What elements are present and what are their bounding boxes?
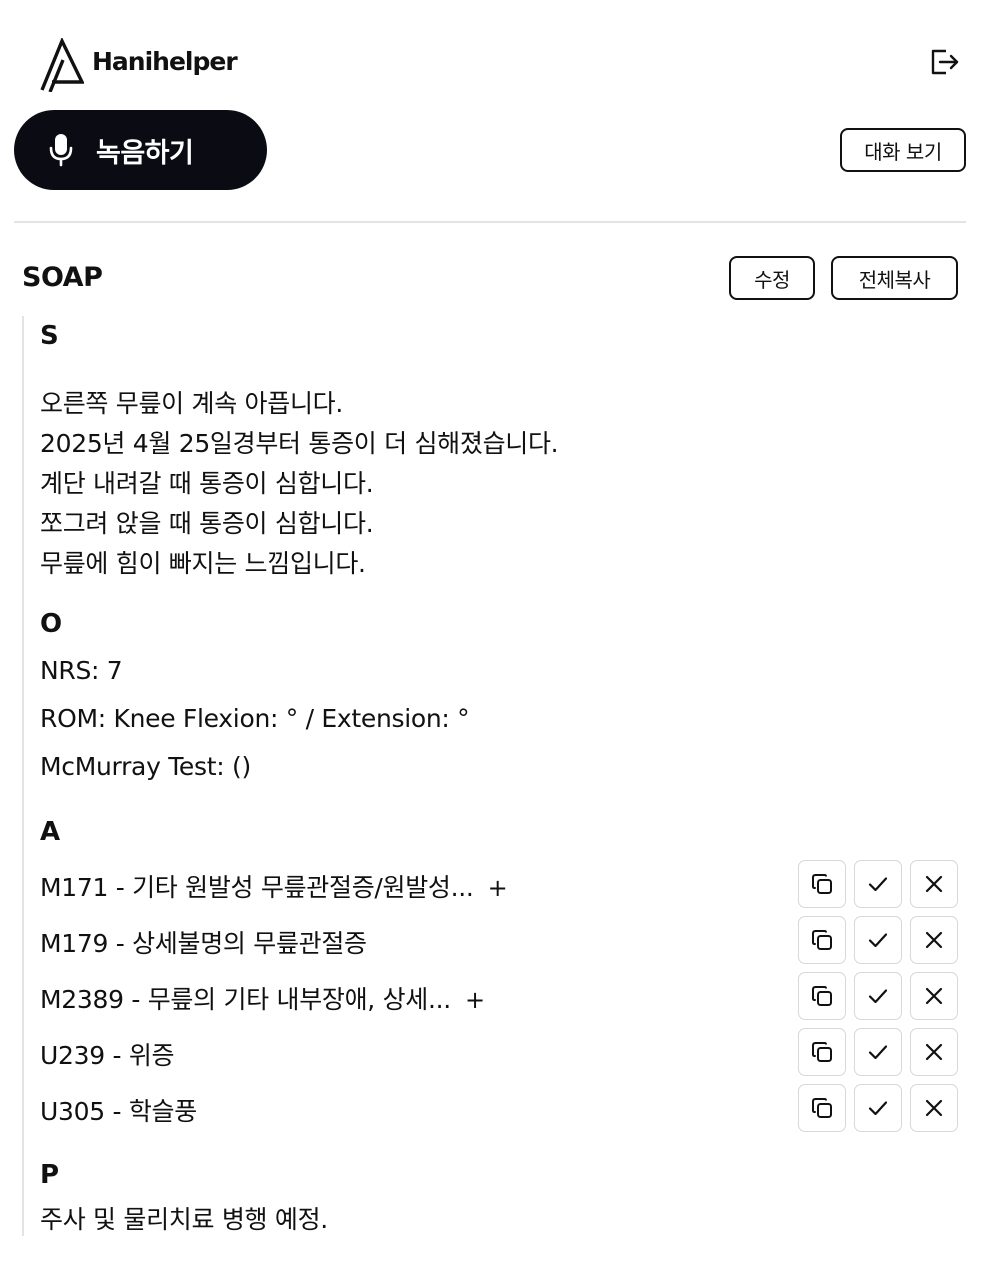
copy-diagnosis-button[interactable] — [798, 972, 846, 1020]
diagnosis-row: M2389 - 무릎의 기타 내부장애, 상세... + — [40, 972, 958, 1020]
soap-section-rail — [22, 316, 24, 1236]
check-icon — [868, 989, 888, 1004]
copy-diagnosis-button[interactable] — [798, 1028, 846, 1076]
copy-diagnosis-button[interactable] — [798, 916, 846, 964]
app-header: Hanihelper — [40, 38, 960, 92]
remove-diagnosis-button[interactable] — [910, 860, 958, 908]
copy-icon — [812, 1042, 832, 1062]
copy-diagnosis-button[interactable] — [798, 1084, 846, 1132]
diagnosis-label: U305 - 학슬풍 — [40, 1097, 197, 1126]
diagnosis-row: M171 - 기타 원발성 무릎관절증/원발성... + — [40, 860, 958, 908]
confirm-diagnosis-button[interactable] — [854, 916, 902, 964]
objective-line: McMurray Test: () — [40, 752, 251, 781]
divider — [14, 221, 966, 223]
brand-name: Hanihelper — [92, 47, 238, 76]
record-button-label: 녹음하기 — [96, 137, 194, 169]
assessment-heading: A — [40, 817, 61, 847]
subjective-line: 2025년 4월 25일경부터 통증이 더 심해졌습니다. — [40, 429, 559, 458]
objective-line: NRS: 7 — [40, 656, 123, 685]
copy-icon — [812, 874, 832, 894]
remove-diagnosis-button[interactable] — [910, 916, 958, 964]
objective-heading: O — [40, 609, 63, 639]
check-icon — [868, 877, 888, 892]
remove-diagnosis-button[interactable] — [910, 1028, 958, 1076]
confirm-diagnosis-button[interactable] — [854, 972, 902, 1020]
copy-diagnosis-button[interactable] — [798, 860, 846, 908]
subjective-line: 무릎에 힘이 빠지는 느낌입니다. — [40, 549, 366, 578]
copy-icon — [812, 1098, 832, 1118]
edit-button[interactable]: 수정 — [729, 256, 815, 300]
expand-diagnosis-button[interactable]: + — [465, 986, 485, 1014]
confirm-diagnosis-button[interactable] — [854, 1028, 902, 1076]
diagnosis-row: M179 - 상세불명의 무릎관절증 — [40, 916, 958, 964]
close-icon — [925, 1043, 943, 1061]
remove-diagnosis-button[interactable] — [910, 972, 958, 1020]
diagnosis-row: U305 - 학슬풍 — [40, 1084, 958, 1132]
confirm-diagnosis-button[interactable] — [854, 1084, 902, 1132]
objective-line: ROM: Knee Flexion: ° / Extension: ° — [40, 704, 470, 733]
close-icon — [925, 931, 943, 949]
expand-diagnosis-button[interactable]: + — [488, 874, 508, 902]
diagnosis-row: U239 - 위증 — [40, 1028, 958, 1076]
diagnosis-label: M179 - 상세불명의 무릎관절증 — [40, 929, 367, 958]
diagnosis-label: M171 - 기타 원발성 무릎관절증/원발성... — [40, 873, 474, 902]
close-icon — [925, 875, 943, 893]
soap-title: SOAP — [22, 262, 103, 293]
view-conversation-button[interactable]: 대화 보기 — [840, 128, 966, 172]
plan-line: 주사 및 물리치료 병행 예정. — [40, 1205, 328, 1234]
subjective-heading: S — [40, 321, 59, 351]
check-icon — [868, 933, 888, 948]
subjective-line: 쪼그려 앉을 때 통증이 심합니다. — [40, 509, 374, 538]
copy-icon — [812, 986, 832, 1006]
subjective-line: 오른쪽 무릎이 계속 아픕니다. — [40, 389, 343, 418]
microphone-icon — [49, 134, 73, 167]
check-icon — [868, 1045, 888, 1060]
copy-icon — [812, 930, 832, 950]
record-button[interactable]: 녹음하기 — [14, 110, 267, 190]
copy-all-button[interactable]: 전체복사 — [831, 256, 958, 300]
close-icon — [925, 987, 943, 1005]
plan-heading: P — [40, 1160, 60, 1190]
hanihelper-logo-icon — [40, 38, 84, 92]
check-icon — [868, 1101, 888, 1116]
confirm-diagnosis-button[interactable] — [854, 860, 902, 908]
remove-diagnosis-button[interactable] — [910, 1084, 958, 1132]
diagnosis-label: U239 - 위증 — [40, 1041, 175, 1070]
close-icon — [925, 1099, 943, 1117]
subjective-line: 계단 내려갈 때 통증이 심합니다. — [40, 469, 374, 498]
diagnosis-label: M2389 - 무릎의 기타 내부장애, 상세... — [40, 985, 451, 1014]
logout-icon[interactable] — [928, 46, 960, 78]
